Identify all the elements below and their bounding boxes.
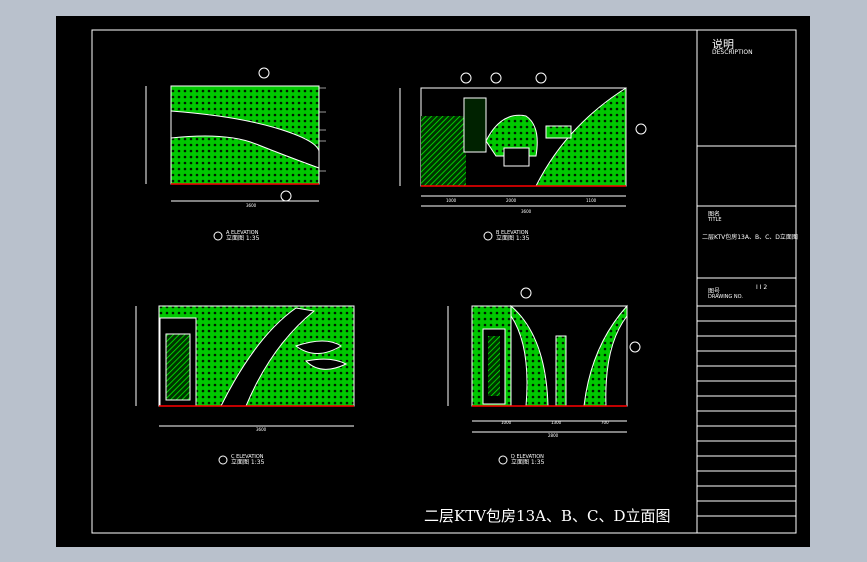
drawing-title: 二层KTV包房13A、B、C、D立面图 xyxy=(424,507,671,525)
title-value: 二层KTV包房13A、B、C、D立面图 xyxy=(702,234,798,241)
elevation-d xyxy=(447,287,641,433)
elevation-width-dimension: 3600 xyxy=(246,203,257,208)
title-block-grid xyxy=(697,320,796,517)
elevation-sub-dimension: 1000 xyxy=(501,420,512,425)
elevation-tag-marker xyxy=(483,231,493,241)
cad-drawing-canvas[interactable]: A ELEVATION立面图 1:353600B ELEVATION立面图 1:… xyxy=(56,16,810,547)
elevation-caption-cn: 立面图 1:35 xyxy=(231,458,265,466)
elevation-width-dimension: 3600 xyxy=(521,209,532,214)
elevation-tag-marker xyxy=(218,455,228,465)
title-label-en: TITLE xyxy=(708,217,722,223)
elevation-width-dimension: 2800 xyxy=(548,433,559,438)
number-value: I I 2 xyxy=(756,284,768,291)
elevation-tag-marker xyxy=(498,455,508,465)
elevation-sub-dimension: 2000 xyxy=(506,198,517,203)
elevation-sub-dimension: 1000 xyxy=(446,198,457,203)
elevation-sub-dimension: 1100 xyxy=(586,198,597,203)
elevation-tag-marker xyxy=(213,231,223,241)
number-label-en: DRAWING NO. xyxy=(708,294,743,300)
title-block-heading-en: DESCRIPTION xyxy=(712,49,753,56)
elevation-sub-dimension: 1300 xyxy=(551,420,562,425)
elevation-width-dimension: 3600 xyxy=(256,427,267,432)
drawing-viewport[interactable]: A ELEVATION 立面图 1:35 3600 B ELEVATION 立面图 1:… xyxy=(56,16,810,547)
elevation-caption-cn: 立面图 1:35 xyxy=(496,234,530,242)
elevation-caption-cn: 立面图 1:35 xyxy=(226,234,260,242)
elevation-sub-dimension: 700 xyxy=(601,420,609,425)
elevation-caption-cn: 立面图 1:35 xyxy=(511,458,545,466)
elevation-a xyxy=(145,67,326,202)
elevation-b xyxy=(399,72,647,207)
elevation-c xyxy=(135,305,355,427)
